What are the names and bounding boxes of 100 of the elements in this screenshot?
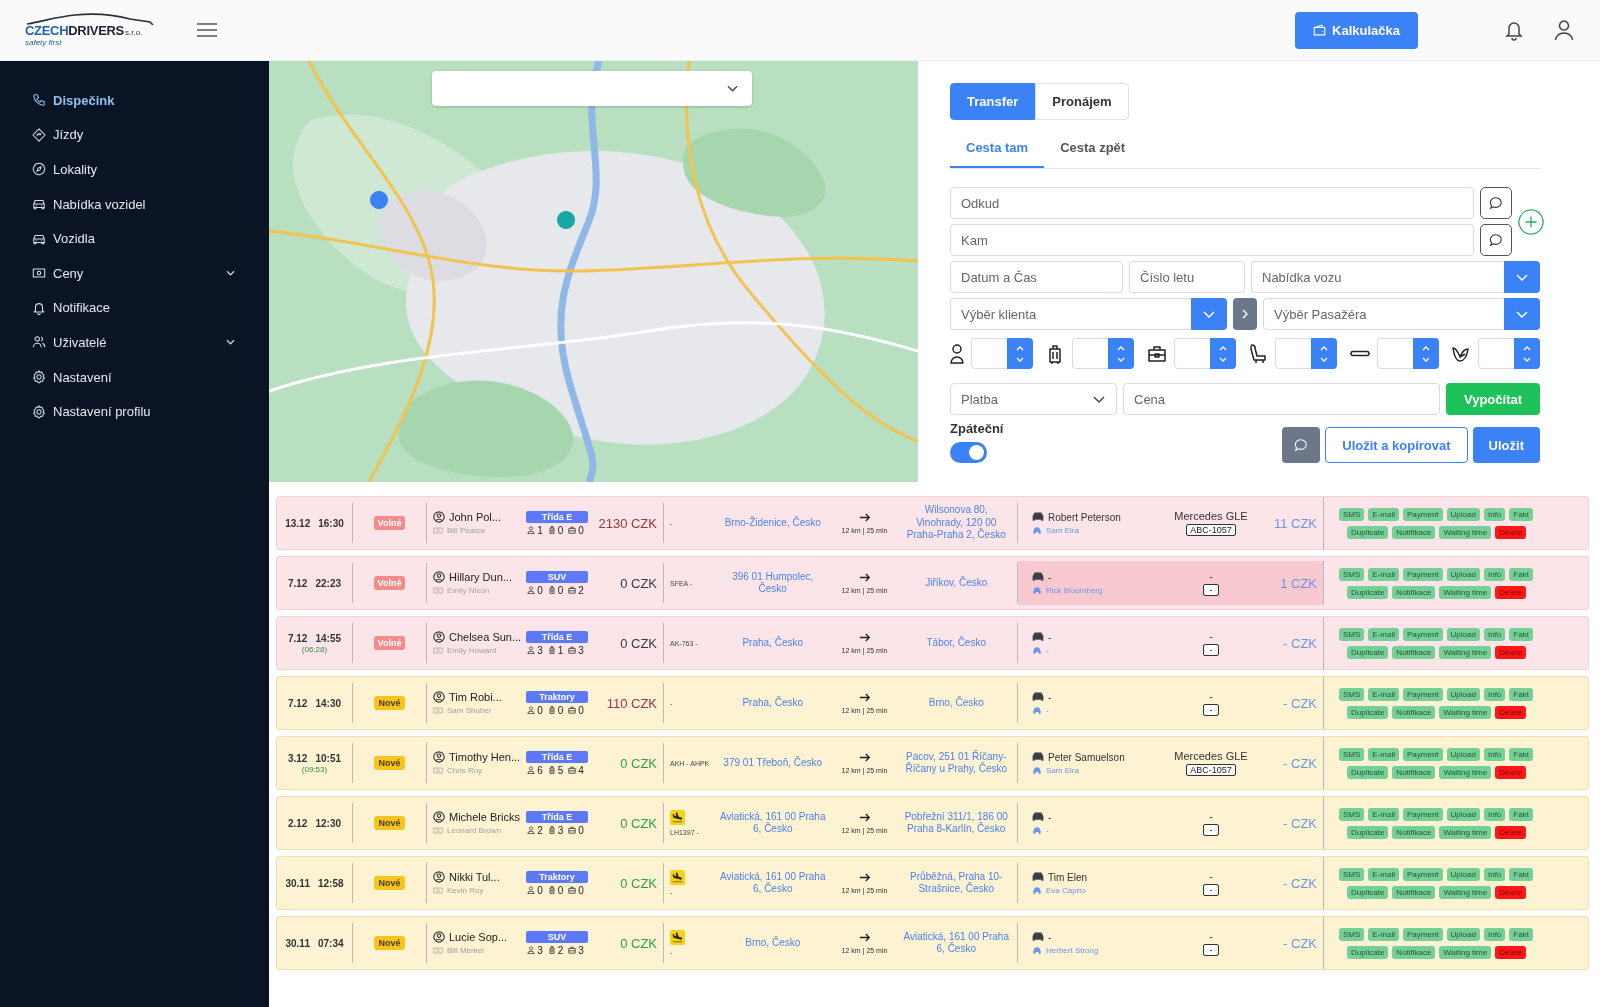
action-button[interactable]: Duplicate <box>1347 525 1389 539</box>
add-icon[interactable] <box>1518 208 1544 235</box>
action-button[interactable]: SMS <box>1339 567 1365 581</box>
action-button[interactable]: Upload <box>1446 567 1480 581</box>
datetime-field[interactable]: Datum a Čas <box>950 261 1123 293</box>
action-button[interactable]: Upload <box>1446 747 1480 761</box>
comment-button[interactable] <box>1282 427 1321 463</box>
sidebar-item[interactable]: Nastavení <box>0 359 269 395</box>
from-field[interactable]: Odkud <box>950 187 1474 219</box>
destination-link[interactable]: Průběžná, Praha 10-Strašnice, Česko <box>901 870 1011 896</box>
pickup-link[interactable]: 396 01 Humpolec, Česko <box>718 570 828 596</box>
action-button[interactable]: Delete <box>1495 705 1527 719</box>
action-button[interactable]: Upload <box>1446 627 1480 641</box>
action-button[interactable]: E-mail <box>1368 687 1399 701</box>
action-button[interactable]: Info <box>1483 867 1506 881</box>
action-button[interactable]: Fakt <box>1509 747 1533 761</box>
action-button[interactable]: Payment <box>1403 807 1443 821</box>
sidebar-item[interactable]: Jízdy <box>0 117 269 153</box>
action-button[interactable]: Waiting time <box>1439 645 1492 659</box>
destination-link[interactable]: Jiříkov, Česko <box>901 576 1011 590</box>
number-field[interactable] <box>971 338 1007 369</box>
action-button[interactable]: Upload <box>1446 807 1480 821</box>
action-button[interactable]: Waiting time <box>1439 885 1492 899</box>
ride-row[interactable] <box>276 616 1589 670</box>
number-field[interactable] <box>1477 338 1514 369</box>
sidebar-item[interactable]: Nabídka vozidel <box>0 186 269 222</box>
price-field[interactable]: Cena <box>1123 383 1440 415</box>
action-button[interactable]: Notifikace <box>1392 765 1436 779</box>
mode-tab[interactable]: Transfer <box>950 83 1036 120</box>
passenger-field[interactable]: Výběr Pasažéra <box>1263 298 1504 330</box>
action-button[interactable]: Delete <box>1495 645 1527 659</box>
client-name[interactable]: Lucie Sop... <box>449 931 508 943</box>
action-button[interactable]: Fakt <box>1509 567 1533 581</box>
client-name[interactable]: Chelsea Sun... <box>449 631 522 643</box>
action-button[interactable]: Duplicate <box>1347 705 1389 719</box>
ride-row[interactable] <box>276 496 1589 550</box>
action-button[interactable]: Duplicate <box>1347 765 1389 779</box>
mode-tab[interactable]: Pronájem <box>1035 83 1129 120</box>
comment-button[interactable] <box>1480 187 1512 219</box>
action-button[interactable]: Notifikace <box>1392 885 1436 899</box>
action-button[interactable]: Info <box>1483 627 1506 641</box>
vehicle-offer-field[interactable]: Nabídka vozu <box>1251 261 1504 293</box>
client-name[interactable]: Nikki Tul... <box>449 871 500 883</box>
client-name[interactable]: John Pol... <box>449 511 501 523</box>
menu-icon[interactable] <box>197 23 217 37</box>
next-button[interactable] <box>1233 298 1257 330</box>
action-button[interactable]: Waiting time <box>1439 765 1492 779</box>
stepper-button[interactable] <box>1209 338 1236 369</box>
calculator-button[interactable]: Kalkulačka <box>1295 11 1418 49</box>
action-button[interactable]: Payment <box>1403 507 1443 521</box>
direction-tab[interactable]: Cesta tam <box>950 128 1045 168</box>
client-name[interactable]: Michele Bricks <box>449 811 520 823</box>
action-button[interactable]: Waiting time <box>1439 585 1492 599</box>
pickup-link[interactable]: 379 01 Třeboň, Česko <box>718 756 828 770</box>
destination-link[interactable]: Aviatická, 161 00 Praha 6, Česko <box>901 930 1011 956</box>
bell-icon[interactable] <box>1504 19 1524 41</box>
action-button[interactable]: Payment <box>1403 567 1443 581</box>
action-button[interactable]: Delete <box>1495 885 1527 899</box>
action-button[interactable]: Info <box>1483 507 1506 521</box>
action-button[interactable]: Payment <box>1403 627 1443 641</box>
action-button[interactable]: E-mail <box>1368 927 1399 941</box>
action-button[interactable]: Delete <box>1495 525 1527 539</box>
action-button[interactable]: Notifikace <box>1392 945 1436 959</box>
action-button[interactable]: Payment <box>1403 927 1443 941</box>
action-button[interactable]: Payment <box>1403 867 1443 881</box>
sidebar-item[interactable]: Dispečink <box>0 83 269 118</box>
stepper-button[interactable] <box>1412 338 1439 369</box>
sidebar-item[interactable]: Lokality <box>0 152 269 187</box>
action-button[interactable]: Delete <box>1495 945 1527 959</box>
save-and-copy-button[interactable]: Uložit a kopírovat <box>1325 427 1468 463</box>
action-button[interactable]: Upload <box>1446 927 1480 941</box>
action-button[interactable]: Fakt <box>1509 807 1533 821</box>
action-button[interactable]: Duplicate <box>1347 885 1389 899</box>
action-button[interactable]: SMS <box>1339 627 1365 641</box>
number-field[interactable] <box>1275 338 1312 369</box>
action-button[interactable]: Info <box>1483 807 1506 821</box>
action-button[interactable]: Payment <box>1403 747 1443 761</box>
save-button[interactable]: Uložit <box>1472 427 1540 463</box>
action-button[interactable]: E-mail <box>1368 627 1399 641</box>
pickup-link[interactable]: Brno, Česko <box>718 936 828 950</box>
action-button[interactable]: Notifikace <box>1392 705 1436 719</box>
action-button[interactable]: Fakt <box>1509 927 1533 941</box>
direction-tab[interactable]: Cesta zpět <box>1044 128 1142 168</box>
stepper-button[interactable] <box>1513 338 1540 369</box>
action-button[interactable]: Delete <box>1495 585 1527 599</box>
payment-select[interactable]: Platba <box>950 383 1117 415</box>
action-button[interactable]: Info <box>1483 927 1506 941</box>
user-icon[interactable] <box>1554 19 1574 41</box>
action-button[interactable]: Delete <box>1495 825 1527 839</box>
action-button[interactable]: SMS <box>1339 867 1365 881</box>
number-field[interactable] <box>1173 338 1210 369</box>
client-name[interactable]: Tim Robi... <box>449 691 502 703</box>
pickup-link[interactable]: Praha, Česko <box>718 696 828 710</box>
action-button[interactable]: Waiting time <box>1439 945 1492 959</box>
action-button[interactable]: SMS <box>1339 927 1365 941</box>
flight-number-field[interactable]: Číslo letu <box>1129 261 1245 293</box>
sidebar-item[interactable]: Uživatelé <box>0 325 269 360</box>
action-button[interactable]: E-mail <box>1368 567 1399 581</box>
client-name[interactable]: Hillary Dun... <box>449 571 512 583</box>
action-button[interactable]: E-mail <box>1368 867 1399 881</box>
